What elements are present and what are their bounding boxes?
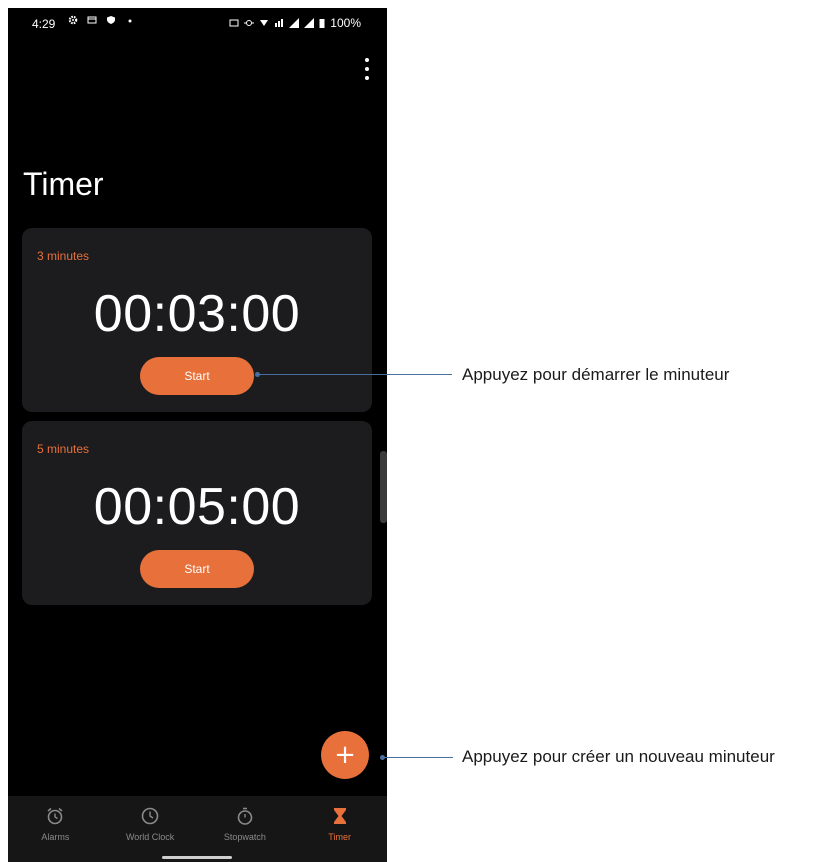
nav-item-timer[interactable]: Timer [292,796,387,862]
battery-level: 100% [330,16,361,30]
start-button[interactable]: Start [140,550,254,588]
nav-label: Timer [328,832,351,842]
vibrate-icon [244,18,255,28]
timer-card[interactable]: 3 minutes 00:03:00 Start [22,228,372,412]
callout-add-text: Appuyez pour créer un nouveau minuteur [462,747,775,766]
callout-start-line [258,374,452,375]
clock-icon [140,806,160,826]
timer-value: 00:05:00 [93,478,301,536]
timer-value: 00:03:00 [93,285,301,343]
nav-item-world-clock[interactable]: World Clock [103,796,198,862]
nav-label: Alarms [41,832,70,842]
signal-icon [289,18,300,28]
start-button[interactable]: Start [140,357,254,395]
battery-icon [319,18,325,28]
nav-label: World Clock [125,832,175,842]
nav-item-stopwatch[interactable]: Stopwatch [198,796,293,862]
page-title: Timer [23,166,104,202]
callout-start-text: Appuyez pour démarrer le minuteur [462,365,730,384]
add-timer-button[interactable]: + [321,731,369,779]
status-right-icons: 100% [229,16,361,30]
status-left-icons [68,15,135,25]
hourglass-icon [330,806,350,826]
stopwatch-icon [235,806,255,826]
status-bar: 4:29 100% [8,8,387,38]
timer-label: 5 minutes [37,442,90,456]
gear-icon [68,15,78,25]
signal-icon-2 [304,18,315,28]
phone-screen: 4:29 100% Timer 3 minutes 00:03:00 Start… [8,8,387,862]
overflow-menu-icon[interactable] [360,58,374,80]
notification-icon [87,15,97,25]
timer-label: 3 minutes [37,249,90,263]
nfc-icon [229,18,239,28]
status-time: 4:29 [32,17,56,31]
callout-add-line [383,757,453,758]
bottom-nav: Alarms World Clock Stopwatch Timer [8,796,387,862]
scroll-handle[interactable] [380,451,387,523]
shield-icon [106,15,116,25]
home-indicator[interactable] [162,856,232,859]
nav-label: Stopwatch [223,832,266,842]
dot-icon [125,15,135,25]
alarm-icon [45,806,65,826]
data-icon [274,18,284,28]
wifi-icon [259,18,269,28]
timer-card[interactable]: 5 minutes 00:05:00 Start [22,421,372,605]
nav-item-alarms[interactable]: Alarms [8,796,103,862]
